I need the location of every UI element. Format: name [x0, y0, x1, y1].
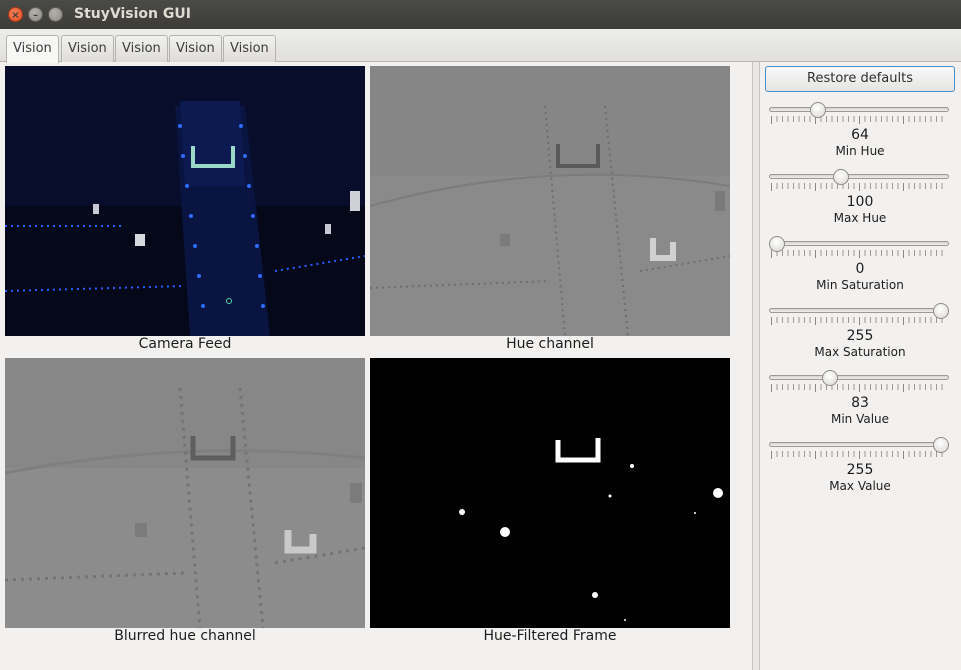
- blurred-hue-channel-caption: Blurred hue channel: [114, 628, 256, 644]
- camera-feed-graphic: [5, 66, 365, 336]
- slider-track[interactable]: [769, 308, 949, 313]
- slider-major-tick-marks: [771, 317, 947, 325]
- min-saturation-label: Min Saturation: [816, 278, 904, 292]
- max-value-value: 255: [846, 462, 874, 478]
- min-hue-value: 64: [851, 127, 869, 143]
- max-hue-label: Max Hue: [833, 211, 887, 225]
- slider-track[interactable]: [769, 442, 949, 447]
- min-hue-label: Min Hue: [835, 144, 885, 158]
- slider-track[interactable]: [769, 241, 949, 246]
- minimize-window-button[interactable]: –: [28, 7, 43, 22]
- close-window-button[interactable]: ×: [8, 7, 23, 22]
- tab-bar: Vision Vision Vision Vision Vision: [0, 29, 961, 63]
- hue-filtered-frame-graphic: [370, 358, 730, 628]
- tab-vision-3[interactable]: Vision: [115, 35, 168, 62]
- blurred-hue-channel-image: [5, 358, 365, 628]
- slider-major-tick-marks: [771, 183, 947, 191]
- slider-thumb[interactable]: [933, 303, 949, 319]
- max-saturation-label: Max Saturation: [814, 345, 906, 359]
- tab-vision-4[interactable]: Vision: [169, 35, 222, 62]
- slider-track[interactable]: [769, 375, 949, 380]
- min-saturation-slider[interactable]: [769, 236, 949, 260]
- restore-defaults-button[interactable]: Restore defaults: [765, 66, 955, 92]
- tab-vision-5[interactable]: Vision: [223, 35, 276, 62]
- split-pane-divider[interactable]: [752, 62, 760, 670]
- camera-feed-caption: Camera Feed: [138, 336, 232, 352]
- hue-filtered-frame-caption: Hue-Filtered Frame: [483, 628, 617, 644]
- hue-channel-image: [370, 66, 730, 336]
- max-hue-value: 100: [846, 194, 874, 210]
- slider-thumb[interactable]: [933, 437, 949, 453]
- max-saturation-slider[interactable]: [769, 303, 949, 327]
- max-value-slider[interactable]: [769, 437, 949, 461]
- min-value-label: Min Value: [830, 412, 890, 426]
- slider-major-tick-marks: [771, 250, 947, 258]
- slider-thumb[interactable]: [769, 236, 785, 252]
- slider-major-tick-marks: [771, 116, 947, 124]
- min-value-slider[interactable]: [769, 370, 949, 394]
- tab-vision-2[interactable]: Vision: [61, 35, 114, 62]
- min-hue-slider[interactable]: [769, 102, 949, 126]
- max-saturation-value: 255: [846, 328, 874, 344]
- window-title: StuyVision GUI: [74, 6, 191, 22]
- max-hue-slider[interactable]: [769, 169, 949, 193]
- blurred-hue-channel-graphic: [5, 358, 365, 628]
- max-value-label: Max Value: [829, 479, 891, 493]
- hue-channel-caption: Hue channel: [506, 336, 594, 352]
- maximize-window-button[interactable]: [48, 7, 63, 22]
- camera-feed-image: [5, 66, 365, 336]
- hue-filtered-frame-image: [370, 358, 730, 628]
- slider-track[interactable]: [769, 174, 949, 179]
- tab-vision-1[interactable]: Vision: [6, 35, 59, 63]
- app-window: × – StuyVision GUI Vision Vision Vision …: [0, 0, 961, 670]
- title-bar: × – StuyVision GUI: [0, 0, 961, 29]
- slider-major-tick-marks: [771, 451, 947, 459]
- slider-track[interactable]: [769, 107, 949, 112]
- min-value-value: 83: [851, 395, 869, 411]
- slider-major-tick-marks: [771, 384, 947, 392]
- hue-channel-graphic: [370, 66, 730, 336]
- min-saturation-value: 0: [855, 261, 865, 277]
